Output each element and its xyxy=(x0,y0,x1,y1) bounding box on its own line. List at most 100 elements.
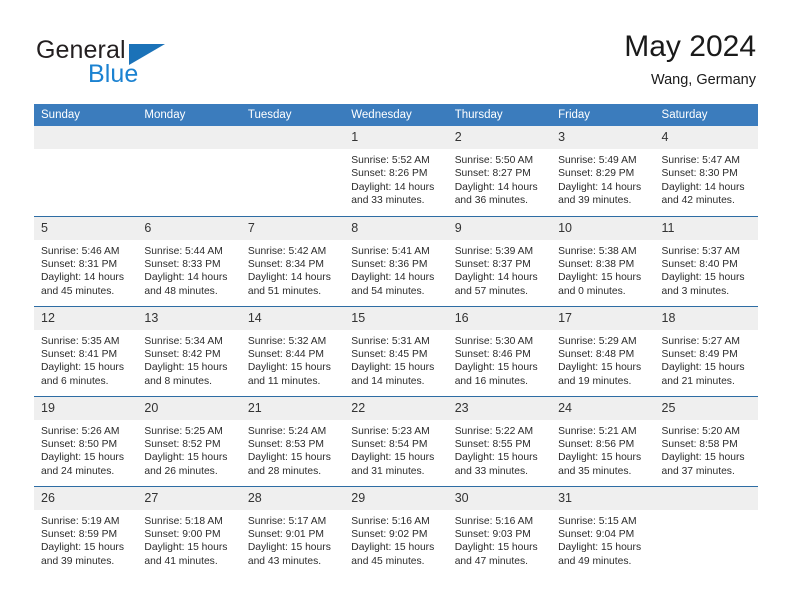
sunset-text: Sunset: 8:31 PM xyxy=(41,258,118,270)
daylight-text-line2: and 21 minutes. xyxy=(661,375,735,387)
calendar-cell-day[interactable]: 28 Sunrise: 5:17 AM Sunset: 9:01 PM Dayligh… xyxy=(240,485,345,576)
calendar-cell-day[interactable]: 21 Sunrise: 5:24 AM Sunset: 8:53 PM Dayligh… xyxy=(240,395,345,486)
page-header: General Blue May 2024 Wang, Germany xyxy=(0,0,792,98)
sunset-text: Sunset: 8:37 PM xyxy=(454,258,531,270)
calendar-day-number: 1 xyxy=(344,126,448,149)
sunrise-text: Sunrise: 5:46 AM xyxy=(41,245,120,257)
calendar-cell-day[interactable]: 19 Sunrise: 5:26 AM Sunset: 8:50 PM Dayligh… xyxy=(34,395,138,486)
calendar-cell-day[interactable]: 27 Sunrise: 5:18 AM Sunset: 9:00 PM Dayligh… xyxy=(137,485,241,576)
weekday-header-thursday: Thursday xyxy=(447,104,552,126)
logo-text-blue: Blue xyxy=(88,60,139,88)
calendar-cell-empty xyxy=(137,126,241,216)
daylight-text-line2: and 16 minutes. xyxy=(454,375,528,387)
weekday-header-monday: Monday xyxy=(137,104,241,126)
calendar-cell-details: Sunrise: 5:26 AM Sunset: 8:50 PM Daylight:… xyxy=(34,420,137,479)
weekday-header-wednesday: Wednesday xyxy=(344,104,448,126)
calendar-cell-details: Sunrise: 5:29 AM Sunset: 8:48 PM Daylight:… xyxy=(551,330,654,389)
calendar-cell-details: Sunrise: 5:49 AM Sunset: 8:29 PM Daylight:… xyxy=(551,149,654,208)
calendar-cell-day[interactable]: 26 Sunrise: 5:19 AM Sunset: 8:59 PM Dayligh… xyxy=(34,485,138,576)
calendar-day-number: 9 xyxy=(447,216,552,240)
daylight-text-line2: and 26 minutes. xyxy=(144,465,218,477)
calendar-cell-day[interactable]: 18 Sunrise: 5:27 AM Sunset: 8:49 PM Dayligh… xyxy=(654,305,758,396)
sunset-text: Sunset: 8:33 PM xyxy=(144,258,221,270)
calendar-day-number: 13 xyxy=(137,306,241,330)
calendar-cell-day[interactable]: 1 Sunrise: 5:52 AM Sunset: 8:26 PM Daylight… xyxy=(344,126,448,216)
daylight-text-line2: and 8 minutes. xyxy=(144,375,212,387)
calendar-cell-day[interactable]: 15 Sunrise: 5:31 AM Sunset: 8:45 PM Dayligh… xyxy=(344,305,448,396)
sunset-text: Sunset: 8:49 PM xyxy=(661,348,738,360)
sunset-text: Sunset: 8:42 PM xyxy=(144,348,221,360)
sunset-text: Sunset: 8:52 PM xyxy=(144,438,221,450)
daylight-text-line2: and 35 minutes. xyxy=(558,465,632,477)
calendar-cell-details: Sunrise: 5:39 AM Sunset: 8:37 PM Daylight:… xyxy=(448,240,551,299)
calendar-cell-day[interactable]: 2 Sunrise: 5:50 AM Sunset: 8:27 PM Daylight… xyxy=(447,126,552,216)
calendar-page: General Blue May 2024 Wang, Germany Sund… xyxy=(0,0,792,612)
calendar-day-number: 21 xyxy=(240,396,345,420)
calendar-cell-day[interactable]: 30 Sunrise: 5:16 AM Sunset: 9:03 PM Dayligh… xyxy=(447,485,552,576)
calendar-day-number: 18 xyxy=(654,306,758,330)
sunset-text: Sunset: 9:02 PM xyxy=(351,528,428,540)
calendar-cell-day[interactable]: 11 Sunrise: 5:37 AM Sunset: 8:40 PM Dayligh… xyxy=(654,215,758,306)
daylight-text-line1: Daylight: 15 hours xyxy=(454,362,538,374)
daylight-text-line1: Daylight: 15 hours xyxy=(144,362,228,374)
calendar-day-number: 6 xyxy=(137,216,241,240)
calendar-cell-details: Sunrise: 5:37 AM Sunset: 8:40 PM Daylight:… xyxy=(655,240,758,299)
calendar-cell-details: Sunrise: 5:35 AM Sunset: 8:41 PM Daylight:… xyxy=(34,330,137,389)
sunset-text: Sunset: 8:36 PM xyxy=(351,258,428,270)
calendar-day-number: 5 xyxy=(34,216,138,240)
calendar-day-number: 7 xyxy=(240,216,345,240)
daylight-text-line1: Daylight: 15 hours xyxy=(41,452,124,464)
sunrise-text: Sunrise: 5:29 AM xyxy=(558,335,637,347)
calendar-cell-day[interactable]: 12 Sunrise: 5:35 AM Sunset: 8:41 PM Dayligh… xyxy=(34,305,138,396)
calendar-cell-day[interactable]: 3 Sunrise: 5:49 AM Sunset: 8:29 PM Daylight… xyxy=(551,126,655,216)
sunset-text: Sunset: 8:44 PM xyxy=(247,348,324,360)
calendar-cell-details: Sunrise: 5:44 AM Sunset: 8:33 PM Daylight:… xyxy=(137,240,240,299)
calendar-cell-day[interactable]: 8 Sunrise: 5:41 AM Sunset: 8:36 PM Daylight… xyxy=(344,215,448,306)
calendar-cell-day[interactable]: 14 Sunrise: 5:32 AM Sunset: 8:44 PM Dayligh… xyxy=(240,305,345,396)
daylight-text-line1: Daylight: 14 hours xyxy=(454,272,538,284)
sunset-text: Sunset: 8:56 PM xyxy=(558,438,635,450)
calendar-cell-day[interactable]: 13 Sunrise: 5:34 AM Sunset: 8:42 PM Dayligh… xyxy=(137,305,241,396)
sunrise-text: Sunrise: 5:15 AM xyxy=(558,515,637,527)
daylight-text-line2: and 14 minutes. xyxy=(351,375,425,387)
calendar-cell-day[interactable]: 5 Sunrise: 5:46 AM Sunset: 8:31 PM Daylight… xyxy=(34,215,138,306)
sunrise-text: Sunrise: 5:31 AM xyxy=(351,335,430,347)
calendar-cell-day[interactable]: 7 Sunrise: 5:42 AM Sunset: 8:34 PM Daylight… xyxy=(240,215,345,306)
calendar-cell-day[interactable]: 9 Sunrise: 5:39 AM Sunset: 8:37 PM Daylight… xyxy=(447,215,552,306)
calendar-cell-empty xyxy=(34,126,138,216)
sunrise-text: Sunrise: 5:18 AM xyxy=(144,515,223,527)
sunset-text: Sunset: 8:38 PM xyxy=(558,258,635,270)
daylight-text-line2: and 43 minutes. xyxy=(247,555,322,567)
calendar-cell-empty xyxy=(654,485,758,576)
calendar-cell-empty xyxy=(240,126,345,216)
calendar-day-number: 25 xyxy=(654,396,758,420)
calendar-cell-day[interactable]: 16 Sunrise: 5:30 AM Sunset: 8:46 PM Dayligh… xyxy=(447,305,552,396)
calendar-cell-day[interactable]: 24 Sunrise: 5:21 AM Sunset: 8:56 PM Dayligh… xyxy=(551,395,655,486)
calendar-cell-day[interactable]: 23 Sunrise: 5:22 AM Sunset: 8:55 PM Dayligh… xyxy=(447,395,552,486)
general-blue-logo[interactable]: General Blue xyxy=(36,36,276,92)
sunrise-text: Sunrise: 5:44 AM xyxy=(144,245,223,257)
sunset-text: Sunset: 8:34 PM xyxy=(247,258,324,270)
calendar-cell-day[interactable]: 29 Sunrise: 5:16 AM Sunset: 9:02 PM Dayligh… xyxy=(344,485,448,576)
page-subtitle: Wang, Germany xyxy=(650,72,756,88)
page-title: May 2024 xyxy=(624,30,756,63)
calendar-day-number: 27 xyxy=(137,486,241,510)
calendar-cell-day[interactable]: 31 Sunrise: 5:15 AM Sunset: 9:04 PM Dayligh… xyxy=(551,485,655,576)
calendar-cell-day[interactable]: 17 Sunrise: 5:29 AM Sunset: 8:48 PM Dayligh… xyxy=(551,305,655,396)
calendar-cell-day[interactable]: 6 Sunrise: 5:44 AM Sunset: 8:33 PM Daylight… xyxy=(137,215,241,306)
daylight-text-line1: Daylight: 15 hours xyxy=(351,452,435,464)
calendar-day-number: 22 xyxy=(344,396,448,420)
calendar-cell-day[interactable]: 20 Sunrise: 5:25 AM Sunset: 8:52 PM Dayligh… xyxy=(137,395,241,486)
calendar-cell-day[interactable]: 25 Sunrise: 5:20 AM Sunset: 8:58 PM Dayligh… xyxy=(654,395,758,486)
sunrise-text: Sunrise: 5:24 AM xyxy=(247,425,327,437)
daylight-text-line1: Daylight: 14 hours xyxy=(144,272,228,284)
calendar-cell-details: Sunrise: 5:47 AM Sunset: 8:30 PM Daylight:… xyxy=(655,149,758,208)
calendar-day-number: 29 xyxy=(344,486,448,510)
calendar-cell-day[interactable]: 22 Sunrise: 5:23 AM Sunset: 8:54 PM Dayligh… xyxy=(344,395,448,486)
calendar-day-number: 14 xyxy=(240,306,345,330)
calendar-cell-day[interactable]: 10 Sunrise: 5:38 AM Sunset: 8:38 PM Dayligh… xyxy=(551,215,655,306)
calendar-cell-day[interactable]: 4 Sunrise: 5:47 AM Sunset: 8:30 PM Daylight… xyxy=(654,126,758,216)
sunrise-text: Sunrise: 5:39 AM xyxy=(454,245,534,257)
calendar-day-number: 15 xyxy=(344,306,448,330)
calendar-cell-details: Sunrise: 5:20 AM Sunset: 8:58 PM Daylight:… xyxy=(655,420,758,479)
